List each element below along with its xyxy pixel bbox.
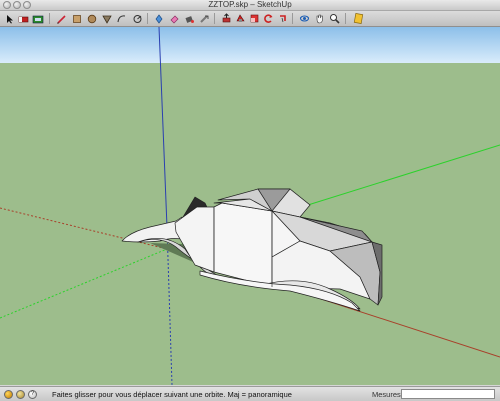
layers-icon[interactable] xyxy=(352,13,364,24)
window-title: ZZTOP.skp – SketchUp xyxy=(208,0,292,9)
sketchup-window: ZZTOP.skp – SketchUp ? Faites glisser po… xyxy=(0,0,500,401)
push-pull-icon[interactable] xyxy=(220,13,232,24)
circle-icon[interactable] xyxy=(86,13,98,24)
offset-curve-icon[interactable] xyxy=(131,13,143,24)
tape-measure-icon[interactable] xyxy=(198,13,210,24)
pencil-line-icon[interactable] xyxy=(56,13,68,24)
measures-input[interactable] xyxy=(401,389,495,399)
rectangle-icon[interactable] xyxy=(71,13,83,24)
scale-icon[interactable] xyxy=(248,13,260,24)
select-arrow-icon[interactable] xyxy=(4,13,16,24)
move-icon[interactable] xyxy=(153,13,165,24)
toolbar-separator xyxy=(214,13,215,24)
eraser-paint-icon[interactable] xyxy=(18,13,30,24)
geo-location-icon[interactable] xyxy=(4,390,13,399)
status-message: Faites glisser pour vous déplacer suivan… xyxy=(52,390,292,399)
offset-icon[interactable] xyxy=(276,13,288,24)
zoom-icon[interactable] xyxy=(328,13,340,24)
drawing-viewport[interactable] xyxy=(0,27,500,385)
credits-icon[interactable] xyxy=(16,390,25,399)
status-bar: ? Faites glisser pour vous déplacer suiv… xyxy=(0,386,500,401)
main-toolbar xyxy=(0,11,500,27)
title-bar: ZZTOP.skp – SketchUp xyxy=(0,0,500,11)
polygon-icon[interactable] xyxy=(101,13,113,24)
toolbar-separator xyxy=(345,13,346,24)
follow-me-icon[interactable] xyxy=(234,13,246,24)
toolbar-separator xyxy=(292,13,293,24)
eraser-icon[interactable] xyxy=(168,13,180,24)
pan-icon[interactable] xyxy=(313,13,325,24)
help-icon[interactable]: ? xyxy=(28,390,37,399)
sky xyxy=(0,27,500,63)
measures-label: Mesures xyxy=(372,390,401,399)
model-info-icon[interactable] xyxy=(32,13,44,24)
scene-canvas[interactable] xyxy=(0,27,500,385)
rotate-icon[interactable] xyxy=(262,13,274,24)
orbit-icon[interactable] xyxy=(298,13,310,24)
toolbar-separator xyxy=(147,13,148,24)
freehand-arc-icon[interactable] xyxy=(116,13,128,24)
paint-bucket-icon[interactable] xyxy=(183,13,195,24)
toolbar-separator xyxy=(49,13,50,24)
